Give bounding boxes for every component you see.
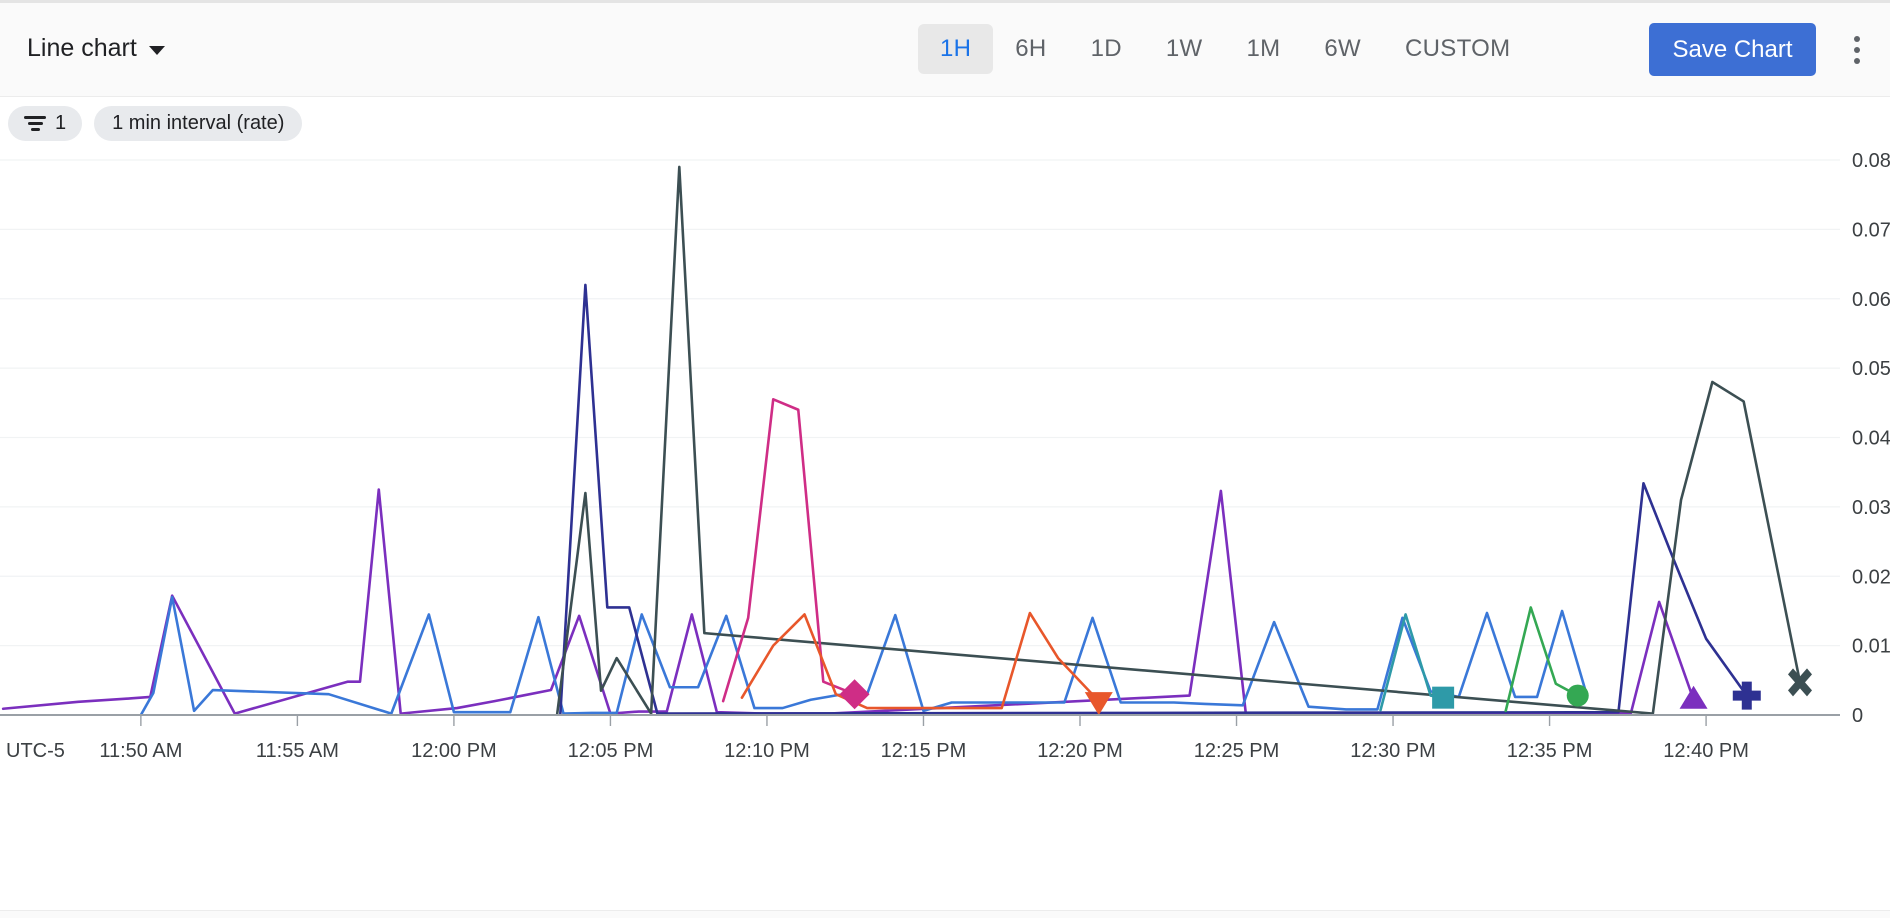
x-tick-label: 12:35 PM <box>1507 740 1593 762</box>
y-tick-label: 0.05/s <box>1852 358 1890 380</box>
range-button-1h[interactable]: 1H <box>918 24 993 74</box>
y-tick-label: 0.01/s <box>1852 636 1890 658</box>
interval-chip-label: 1 min interval (rate) <box>112 112 284 135</box>
x-tick-label: 12:40 PM <box>1663 740 1749 762</box>
bottom-strip <box>0 910 1890 918</box>
timezone-label: UTC-5 <box>6 740 65 762</box>
filter-icon <box>24 116 46 131</box>
x-tick-label: 12:30 PM <box>1350 740 1436 762</box>
x-tick-label: 12:00 PM <box>411 740 497 762</box>
x-tick-label: 12:15 PM <box>881 740 967 762</box>
chart-type-dropdown[interactable]: Line chart <box>27 34 165 63</box>
chevron-down-icon <box>149 46 165 55</box>
series-orange[interactable] <box>742 613 1099 708</box>
marker-diamond-icon[interactable] <box>840 679 870 709</box>
y-tick-label: 0.07/s <box>1852 219 1890 241</box>
x-axis-labels: 11:50 AM 11:55 AM 12:00 PM 12:05 PM 12:10 PM… <box>6 740 1749 762</box>
range-button-1d[interactable]: 1D <box>1069 24 1144 74</box>
x-tick-label: 12:05 PM <box>568 740 654 762</box>
y-tick-label: 0.06/s <box>1852 289 1890 311</box>
range-button-6w[interactable]: 6W <box>1302 24 1383 74</box>
y-tick-label: 0.04/s <box>1852 428 1890 450</box>
interval-chip[interactable]: 1 min interval (rate) <box>94 106 302 141</box>
series-group[interactable] <box>3 167 1800 715</box>
range-button-custom[interactable]: CUSTOM <box>1383 24 1532 74</box>
filter-chip-label: 1 <box>55 112 66 135</box>
range-button-6h[interactable]: 6H <box>993 24 1068 74</box>
kebab-menu-icon[interactable] <box>1840 33 1874 67</box>
marker-circle-icon[interactable] <box>1567 685 1589 707</box>
y-axis-labels: 0 0.01/s 0.02/s 0.03/s 0.04/s 0.05/s 0.06/s 0.0… <box>1852 150 1890 727</box>
chart-svg: 0 0.01/s 0.02/s 0.03/s 0.04/s 0.05/s 0.06/s 0.0… <box>0 150 1890 918</box>
x-tick-label: 12:25 PM <box>1194 740 1280 762</box>
y-tick-label: 0.02/s <box>1852 566 1890 588</box>
chart-toolbar: Line chart 1H6H1D1W1M6WCUSTOM Save Chart <box>0 0 1890 97</box>
marker-square-icon[interactable] <box>1432 687 1454 709</box>
save-chart-button[interactable]: Save Chart <box>1649 23 1816 76</box>
y-tick-label: 0 <box>1852 705 1863 727</box>
chart-type-label: Line chart <box>27 34 137 63</box>
y-tick-label: 0.03/s <box>1852 497 1890 519</box>
marker-triangle-up-icon[interactable] <box>1680 686 1708 709</box>
series-purple[interactable] <box>3 490 1693 715</box>
x-tick-label: 11:55 AM <box>256 740 339 762</box>
range-button-1w[interactable]: 1W <box>1144 24 1225 74</box>
axes-group <box>0 715 1800 726</box>
line-chart-panel[interactable]: 0 0.01/s 0.02/s 0.03/s 0.04/s 0.05/s 0.06/s 0.0… <box>0 150 1890 918</box>
x-tick-label: 12:20 PM <box>1037 740 1123 762</box>
range-button-1m[interactable]: 1M <box>1224 24 1302 74</box>
x-tick-label: 12:10 PM <box>724 740 810 762</box>
time-range-group: 1H6H1D1W1M6WCUSTOM <box>918 24 1532 74</box>
filter-chips-row: 1 1 min interval (rate) <box>0 97 1890 150</box>
filter-chip[interactable]: 1 <box>8 106 82 141</box>
x-tick-label: 11:50 AM <box>99 740 182 762</box>
series-magenta[interactable] <box>723 399 854 701</box>
y-tick-label: 0.08/s <box>1852 150 1890 172</box>
grid-lines <box>0 160 1840 715</box>
marker-plus-icon[interactable] <box>1733 682 1761 710</box>
marker-x-icon[interactable] <box>1788 668 1812 696</box>
